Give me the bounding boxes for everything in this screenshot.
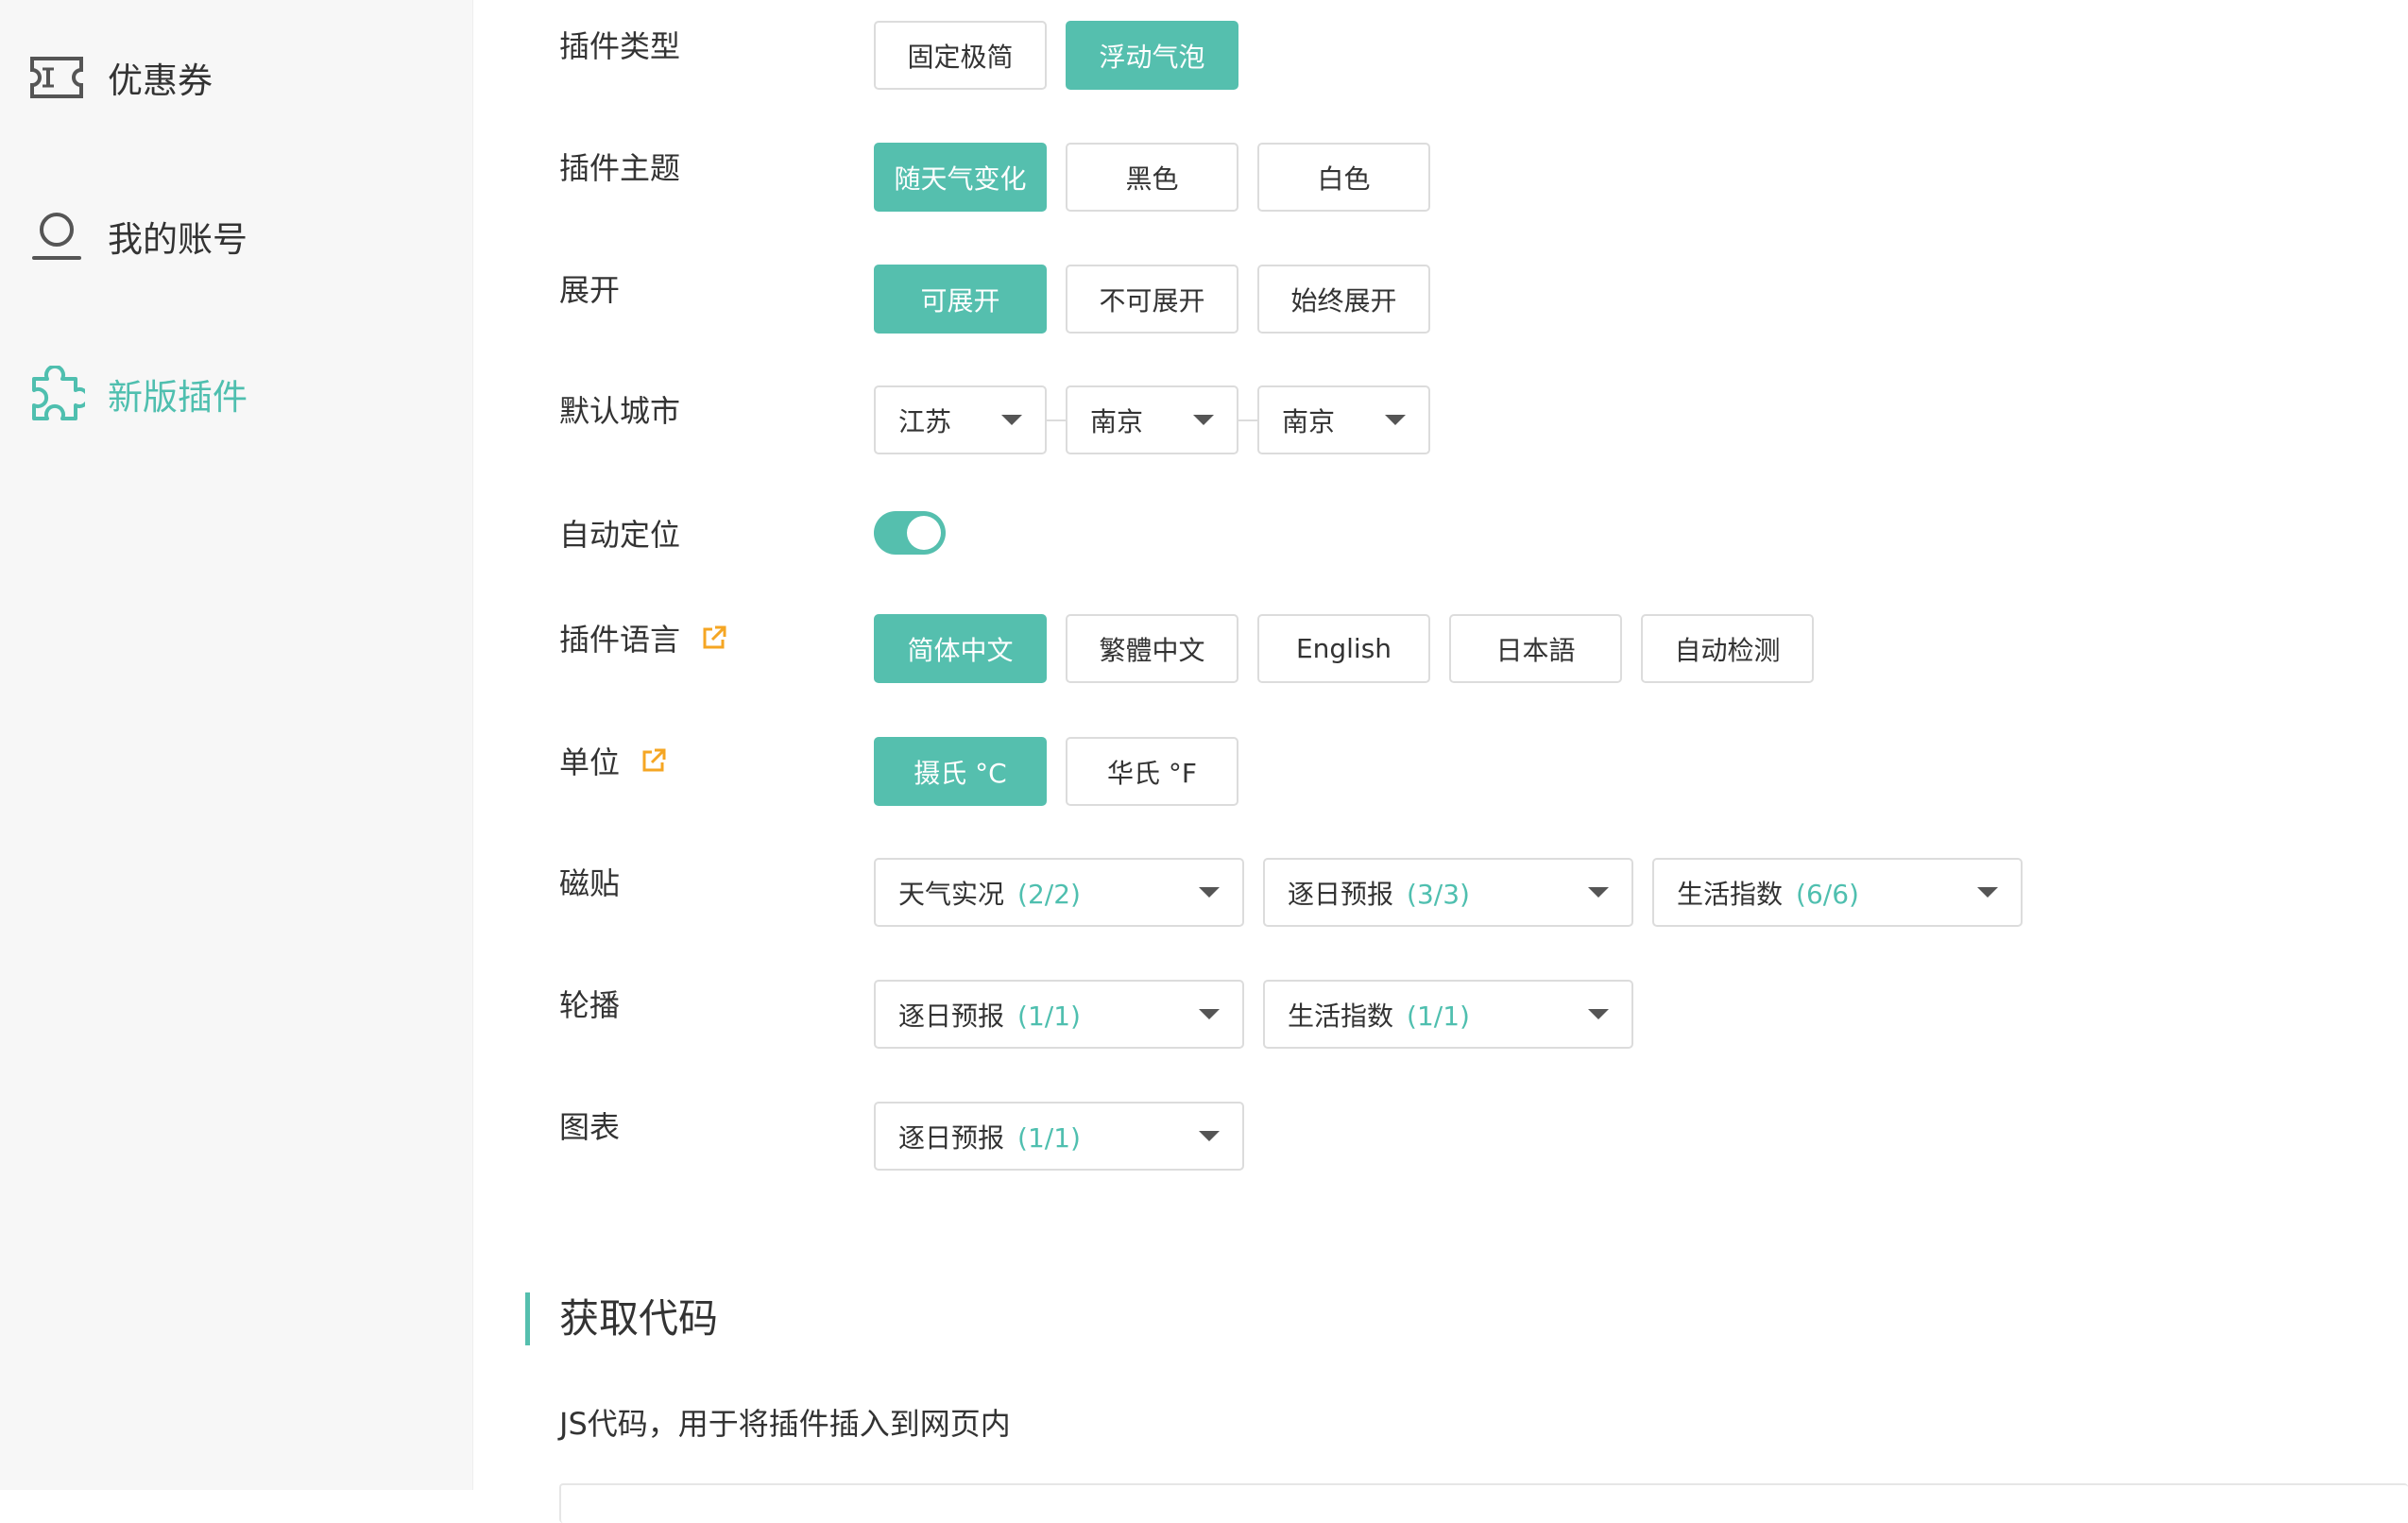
select-count: (3/3) [1407,879,1470,910]
theme-option-weather[interactable]: 随天气变化 [874,143,1047,212]
sidebar-item-new-plugin[interactable]: 新版插件 [26,364,248,424]
section-accent-bar [525,1292,530,1345]
chevron-down-icon [1199,1131,1220,1141]
language-label: 插件语言 [559,616,680,659]
section-title: 获取代码 [559,1292,718,1345]
language-option-auto[interactable]: 自动检测 [1641,614,1814,683]
sidebar-item-coupons[interactable]: 优惠券 [26,47,213,108]
plugin-type-option-fixed[interactable]: 固定极简 [874,21,1047,90]
tiles-select-life[interactable]: 生活指数 (6/6) [1652,858,2023,927]
unit-label: 单位 [559,739,620,782]
carousel-select-daily[interactable]: 逐日预报 (1/1) [874,980,1244,1049]
province-select[interactable]: 江苏 [874,385,1047,454]
province-value: 江苏 [898,402,951,439]
chevron-down-icon [1199,1009,1220,1019]
sidebar: 优惠券 我的账号 新版插件 [0,0,473,1490]
chevron-down-icon [1588,1009,1609,1019]
district-select[interactable]: 南京 [1257,385,1430,454]
language-option-ja[interactable]: 日本語 [1449,614,1622,683]
sidebar-item-label: 我的账号 [108,211,248,262]
select-count: (1/1) [1017,1122,1081,1154]
select-count: (2/2) [1017,879,1081,910]
plugin-type-label: 插件类型 [559,21,680,68]
code-textarea[interactable] [559,1483,2408,1523]
default-city-label: 默认城市 [559,385,680,433]
expand-label: 展开 [559,265,620,312]
expand-option-not-expandable[interactable]: 不可展开 [1066,265,1238,334]
external-link-icon[interactable] [640,747,667,774]
coupon-icon [26,47,87,108]
divider [1047,419,1066,421]
main-content: 插件类型 固定极简 浮动气泡 插件主题 随天气变化 黑色 白色 展开 可展开 不… [472,0,2408,1490]
theme-option-black[interactable]: 黑色 [1066,143,1238,212]
expand-option-expandable[interactable]: 可展开 [874,265,1047,334]
language-option-en[interactable]: English [1257,614,1430,683]
tiles-label: 磁贴 [559,858,620,905]
puzzle-icon [26,364,87,424]
auto-locate-toggle[interactable] [874,511,946,555]
district-value: 南京 [1282,402,1335,439]
user-icon [26,206,87,266]
language-label-group: 插件语言 [559,614,727,661]
city-value: 南京 [1090,402,1143,439]
expand-option-always[interactable]: 始终展开 [1257,265,1430,334]
select-text: 生活指数 [1288,1001,1393,1032]
chart-label: 图表 [559,1102,620,1149]
sidebar-item-account[interactable]: 我的账号 [26,206,248,266]
external-link-icon[interactable] [701,625,727,651]
select-count: (1/1) [1017,1001,1081,1032]
chart-select-daily[interactable]: 逐日预报 (1/1) [874,1102,1244,1171]
unit-option-fahrenheit[interactable]: 华氏 °F [1066,737,1238,806]
select-count: (6/6) [1796,879,1859,910]
unit-option-celsius[interactable]: 摄氏 °C [874,737,1047,806]
unit-label-group: 单位 [559,737,667,784]
section-description: JS代码，用于将插件插入到网页内 [559,1400,1011,1444]
carousel-select-life[interactable]: 生活指数 (1/1) [1263,980,1633,1049]
select-text: 逐日预报 [898,1122,1004,1154]
tiles-select-current[interactable]: 天气实况 (2/2) [874,858,1244,927]
select-count: (1/1) [1407,1001,1470,1032]
chevron-down-icon [1588,887,1609,898]
tiles-select-daily[interactable]: 逐日预报 (3/3) [1263,858,1633,927]
chevron-down-icon [1193,415,1214,425]
carousel-label: 轮播 [559,980,620,1027]
sidebar-item-label: 优惠券 [108,52,213,103]
chevron-down-icon [1199,887,1220,898]
chevron-down-icon [1385,415,1406,425]
language-option-zh-hant[interactable]: 繁體中文 [1066,614,1238,683]
chevron-down-icon [1001,415,1022,425]
plugin-type-option-floating[interactable]: 浮动气泡 [1066,21,1238,90]
select-text: 天气实况 [898,879,1004,910]
language-option-zh-hans[interactable]: 简体中文 [874,614,1047,683]
plugin-theme-label: 插件主题 [559,143,680,190]
sidebar-item-label: 新版插件 [108,368,248,419]
city-select[interactable]: 南京 [1066,385,1238,454]
select-text: 逐日预报 [1288,879,1393,910]
toggle-knob [907,516,941,550]
select-text: 生活指数 [1677,879,1783,910]
auto-locate-label: 自动定位 [559,511,680,555]
select-text: 逐日预报 [898,1001,1004,1032]
chevron-down-icon [1977,887,1998,898]
theme-option-white[interactable]: 白色 [1257,143,1430,212]
divider [1238,419,1257,421]
